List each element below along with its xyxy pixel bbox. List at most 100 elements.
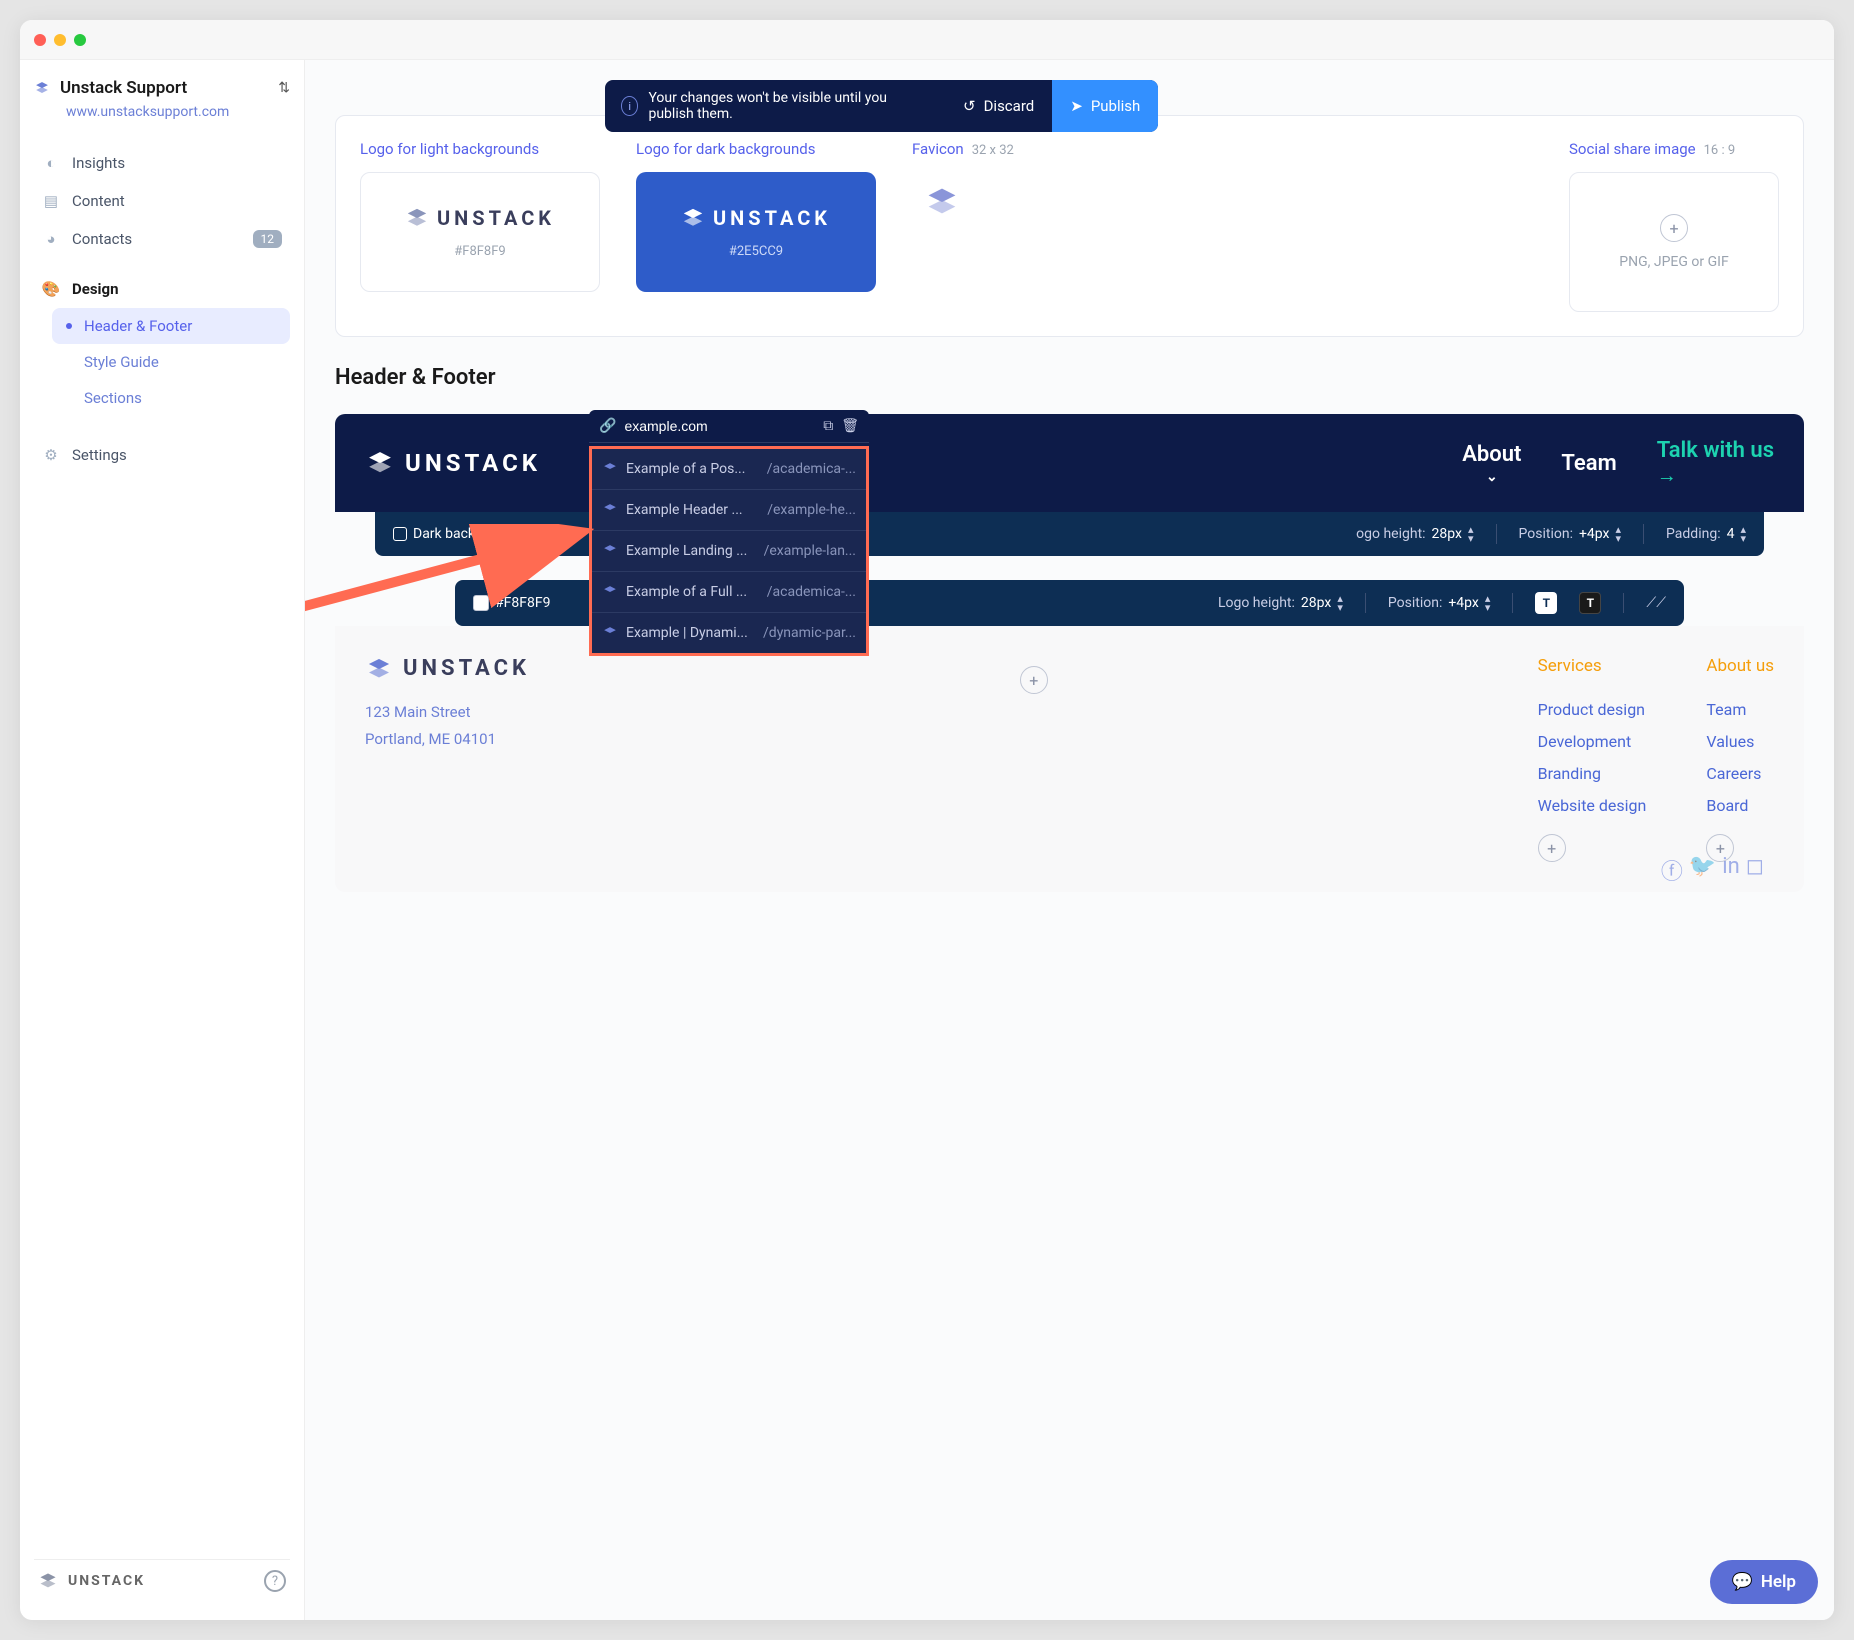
sidebar-item-insights[interactable]: ◐ Insights [34,144,290,182]
link-editor: 🔗 ⧉ 🗑 [589,410,869,443]
sidebar-item-settings[interactable]: ⚙ Settings [34,436,290,474]
org-url[interactable]: www.unstacksupport.com [66,104,290,120]
footer-link[interactable]: Branding [1538,758,1647,790]
chevron-updown-icon: ⇅ [278,80,290,96]
trash-icon[interactable]: 🗑 [841,418,859,434]
footer-link[interactable]: Product design [1538,694,1647,726]
logo-light-upload[interactable]: UNSTACK #F8F8F9 [360,172,600,292]
sidebar-item-style-guide[interactable]: Style Guide [52,344,290,380]
document-icon: ▤ [42,192,60,210]
suggestion-item[interactable]: Example of a Full ... /academica-... [592,572,866,613]
footer-col-title[interactable]: About us [1706,656,1774,676]
stack-icon [602,503,618,517]
footer-link[interactable]: Values [1706,726,1774,758]
footer-link[interactable]: Website design [1538,790,1647,822]
info-icon: i [621,96,638,116]
footer-address-1[interactable]: 123 Main Street [365,699,530,726]
footer-address-2[interactable]: Portland, ME 04101 [365,726,530,753]
nav-team[interactable]: Team [1561,451,1616,476]
logo-height-control[interactable]: Logo height: 28px ▴▾ [1218,594,1343,612]
suggestion-item[interactable]: Example of a Pos... /academica-... [592,449,866,490]
person-icon: ◕ [42,230,60,248]
suggestion-item[interactable]: Example Header ... /example-he... [592,490,866,531]
footer-link[interactable]: Board [1706,790,1774,822]
publish-button[interactable]: ➤ Publish [1052,80,1158,132]
footer-link[interactable]: Careers [1706,758,1774,790]
section-title: Header & Footer [335,365,1804,390]
discard-button[interactable]: ↺ Discard [945,80,1052,132]
stack-icon [38,1572,58,1590]
footer-link[interactable]: Team [1706,694,1774,726]
stack-icon [34,81,50,95]
sidebar-item-header-footer[interactable]: Header & Footer [52,308,290,344]
share-upload[interactable]: + PNG, JPEG or GIF [1569,172,1779,312]
send-icon: ➤ [1070,97,1083,115]
help-icon[interactable]: ? [264,1570,286,1592]
favicon-upload[interactable] [912,172,972,232]
linkedin-icon[interactable]: in [1722,854,1740,886]
chevron-down-icon: ⌄ [1486,469,1498,485]
annotation-arrow [305,524,595,624]
stack-icon [602,626,618,640]
suggestion-item[interactable]: Example Landing ... /example-lan... [592,531,866,572]
stack-icon [602,544,618,558]
sidebar-label: Header & Footer [84,317,192,335]
logo-dark-upload[interactable]: UNSTACK #2E5CC9 [636,172,876,292]
minimize-dot[interactable] [54,34,66,46]
position-control[interactable]: Position: +4px ▴▾ [1519,525,1622,543]
sidebar: Unstack Support ⇅ www.unstacksupport.com… [20,60,305,1620]
nav-about[interactable]: About ⌄ [1462,442,1521,485]
main-content: i Your changes won't be visible until yo… [305,60,1834,1620]
footer-col-title[interactable]: Services [1538,656,1647,676]
link-suggestions: Example of a Pos... /academica-... Examp… [589,446,869,656]
close-dot[interactable] [34,34,46,46]
padding-control[interactable]: Padding: 4 ▴▾ [1666,525,1746,543]
brand-panel: Logo for light backgrounds UNSTACK #F8F8… [335,115,1804,337]
hex-value: #2E5CC9 [729,244,783,259]
org-switcher[interactable]: Unstack Support ⇅ [34,78,290,98]
sidebar-item-content[interactable]: ▤ Content [34,182,290,220]
stepper-icon: ▴▾ [1616,525,1622,543]
maximize-dot[interactable] [74,34,86,46]
footer-link[interactable]: Development [1538,726,1647,758]
sidebar-label: Insights [72,154,125,172]
stack-icon [365,657,393,681]
sidebar-label: Sections [84,389,142,407]
help-button[interactable]: 💬 Help [1710,1560,1818,1604]
instagram-icon[interactable]: ◻ [1746,854,1764,886]
new-tab-icon[interactable]: ⧉ [823,418,833,434]
sidebar-footer: UNSTACK ? [34,1559,290,1602]
link-input[interactable] [624,418,815,434]
sidebar-label: Design [72,280,119,298]
brand-dark-label: Logo for dark backgrounds [636,140,876,158]
brand-text: UNSTACK [68,1573,145,1589]
contacts-badge: 12 [253,230,283,248]
brand-light-label: Logo for light backgrounds [360,140,600,158]
stack-icon [924,186,960,218]
suggestion-item[interactable]: Example | Dynami... /dynamic-par... [592,613,866,653]
stack-icon [405,207,429,229]
social-icons: ⓕ 🐦 in ◻ [1661,854,1764,886]
plus-icon: + [1660,214,1688,242]
stepper-icon: ▴▾ [1468,525,1474,543]
add-link-button[interactable]: + [1538,834,1566,862]
logo-height-control[interactable]: ogo height: 28px ▴▾ [1356,525,1473,543]
text-dark-toggle[interactable]: T [1579,592,1601,614]
facebook-icon[interactable]: ⓕ [1661,854,1683,886]
stack-icon [602,585,618,599]
text-light-toggle[interactable]: T [1535,592,1557,614]
sidebar-item-design[interactable]: 🎨 Design [34,270,290,308]
nav-cta[interactable]: Talk with us → [1657,438,1774,488]
stack-icon [681,207,705,229]
position-control[interactable]: Position: +4px ▴▾ [1388,594,1491,612]
stripes-icon[interactable]: ⟋⟋ [1646,595,1666,611]
add-column-button[interactable]: + [1020,666,1048,694]
footer-preview: UNSTACK 123 Main Street Portland, ME 041… [335,626,1804,892]
favicon-label: Favicon 32 x 32 [912,140,1014,158]
org-name: Unstack Support [60,78,187,98]
sidebar-item-contacts[interactable]: ◕ Contacts 12 [34,220,290,258]
sidebar-label: Contacts [72,230,132,248]
titlebar [20,20,1834,60]
twitter-icon[interactable]: 🐦 [1689,854,1716,886]
sidebar-item-sections[interactable]: Sections [52,380,290,416]
